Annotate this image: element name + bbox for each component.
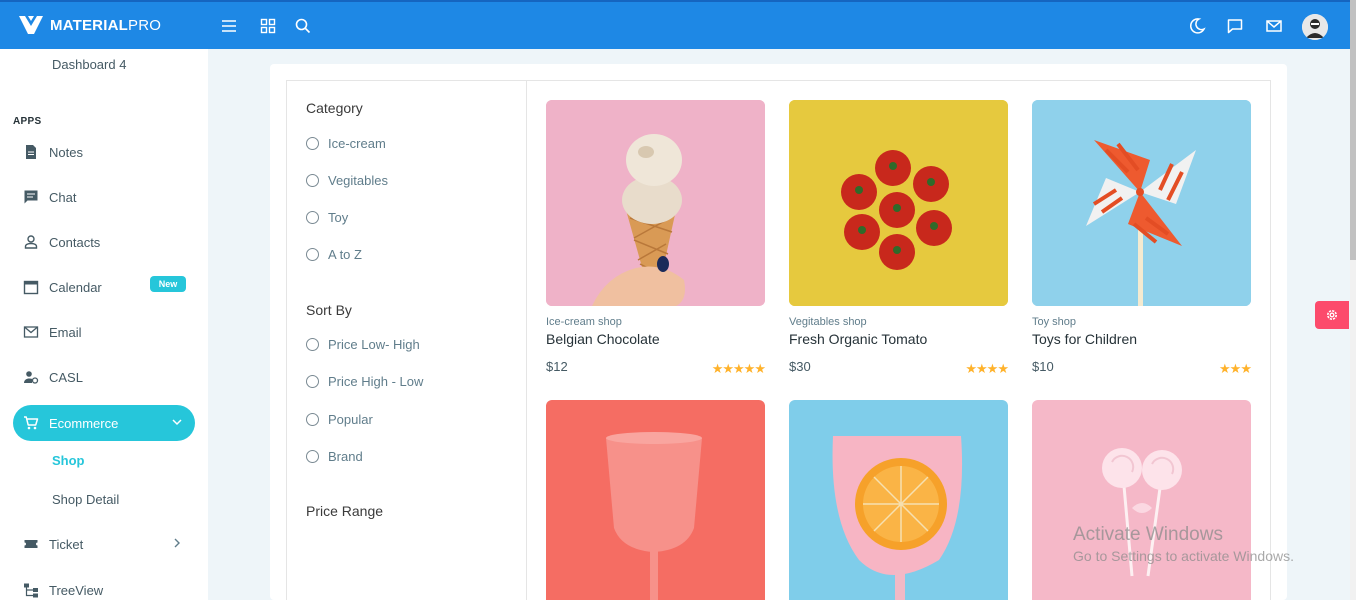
option-label: Vegitables [328,173,388,188]
product-price: $30 [789,359,811,374]
windows-activation-watermark: Activate Windows Go to Settings to activ… [1073,524,1294,564]
cart-icon [23,415,39,431]
watermark-line-2: Go to Settings to activate Windows. [1073,548,1294,564]
user-gear-icon [23,369,39,385]
watermark-line-1: Activate Windows [1073,524,1223,545]
sidebar-item-contacts[interactable]: Contacts [13,224,195,260]
chevron-down-icon [172,419,182,426]
sidebar-item-label: Contacts [49,234,101,250]
option-label: Brand [328,449,363,464]
sort-option-brand[interactable]: Brand [306,449,363,464]
product-image-pink-glass[interactable] [546,400,765,600]
tree-icon [23,582,39,598]
category-option-ice-cream[interactable]: Ice-cream [306,136,386,151]
sort-option-price-high-low[interactable]: Price High - Low [306,374,423,389]
sidebar-item-chat[interactable]: Chat [13,179,195,215]
new-badge: New [150,276,186,292]
chat-bubble-icon[interactable] [1225,16,1245,36]
sidebar-item-label: Email [49,324,82,340]
category-title: Category [306,100,363,116]
price-range-title: Price Range [306,503,384,519]
sidebar-item-label: Chat [49,189,77,205]
sidebar-item-label: CASL [49,369,83,385]
option-label: A to Z [328,247,362,262]
option-label: Price Low- High [328,337,420,352]
product-price: $10 [1032,359,1054,374]
option-label: Price High - Low [328,374,424,389]
sidebar-item-ticket[interactable]: Ticket [13,526,195,562]
category-option-a-to-z[interactable]: A to Z [306,247,362,262]
avatar[interactable] [1302,14,1328,40]
radio-button[interactable] [306,174,319,187]
logo-icon [19,16,43,34]
search-icon[interactable] [293,16,313,36]
menu-icon[interactable] [219,16,239,36]
sidebar-item-label: TreeView [49,582,104,598]
sidebar-item-treeview[interactable]: TreeView [13,572,195,600]
apps-grid-icon[interactable] [258,16,278,36]
sidebar-item-notes[interactable]: Notes [13,134,195,170]
radio-button[interactable] [306,248,319,261]
product-category: Toy shop [1032,316,1077,328]
sidebar-item-label: Ticket [49,536,84,552]
settings-fab[interactable] [1315,301,1349,329]
brand-logo[interactable]: MATERIALPRO [18,14,161,36]
sidebar-item-ecommerce[interactable]: Ecommerce [13,405,195,441]
brand-name-thin: PRO [127,16,162,34]
category-option-toy[interactable]: Toy [306,210,348,225]
category-option-vegitables[interactable]: Vegitables [306,173,388,188]
radio-button[interactable] [306,211,319,224]
product-name[interactable]: Belgian Chocolate [546,331,660,347]
sidebar-sub-dashboard-4[interactable]: Dashboard 4 [52,57,126,72]
radio-button[interactable] [306,338,319,351]
calendar-icon [23,279,39,295]
product-image-fresh-organic-tomato[interactable] [789,100,1008,306]
ticket-icon [23,536,39,552]
sidebar-sub-shop-detail[interactable]: Shop Detail [52,492,119,507]
sidebar-item-label: Ecommerce [49,415,119,431]
product-category: Vegitables shop [789,316,867,328]
page-scrollbar[interactable] [1350,0,1356,600]
brand-name-bold: MATERIAL [50,16,128,34]
product-image-belgian-chocolate[interactable] [546,100,765,306]
document-icon [23,144,39,160]
product-image-orange-drink[interactable] [789,400,1008,600]
chevron-right-icon [174,538,180,548]
radio-button[interactable] [306,413,319,426]
sort-option-popular[interactable]: Popular [306,412,373,427]
person-icon [23,234,39,250]
product-image-lollipops[interactable] [1032,400,1251,600]
product-name[interactable]: Toys for Children [1032,331,1137,347]
radio-button[interactable] [306,375,319,388]
sidebar-sub-shop[interactable]: Shop [52,453,85,468]
product-name[interactable]: Fresh Organic Tomato [789,331,927,347]
sidebar-item-label: Notes [49,144,83,160]
radio-button[interactable] [306,137,319,150]
product-price: $12 [546,359,568,374]
sort-option-price-low-high[interactable]: Price Low- High [306,337,420,352]
option-label: Toy [328,210,349,225]
product-image-toys-for-children[interactable] [1032,100,1251,306]
sort-by-title: Sort By [306,302,352,318]
gear-icon [1327,310,1337,320]
sidebar-item-casl[interactable]: CASL [13,359,195,395]
radio-button[interactable] [306,450,319,463]
option-label: Popular [328,412,373,427]
mail-icon [23,324,39,340]
moon-icon[interactable] [1187,16,1207,36]
product-rating: ★★★ [1219,361,1252,376]
product-rating: ★★★★ [965,361,1009,376]
sidebar-section-title: APPS [13,116,42,127]
product-category: Ice-cream shop [546,316,622,328]
top-navbar: MATERIALPRO [0,0,1350,49]
chat-icon [23,189,39,205]
scrollbar-thumb[interactable] [1350,0,1356,260]
product-rating: ★★★★★ [711,361,766,376]
mail-icon[interactable] [1264,16,1284,36]
sidebar-item-email[interactable]: Email [13,314,195,350]
sidebar-item-label: Calendar [49,279,102,295]
option-label: Ice-cream [328,136,386,151]
